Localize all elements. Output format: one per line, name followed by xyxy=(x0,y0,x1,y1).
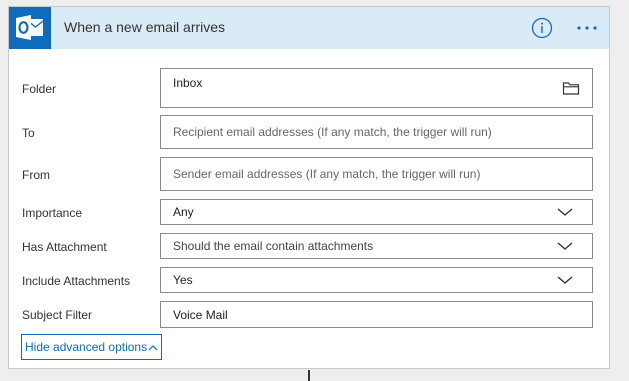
folder-icon[interactable] xyxy=(562,80,580,96)
folder-field[interactable]: Inbox xyxy=(160,68,593,108)
has-attachment-dropdown[interactable]: Should the email contain attachments xyxy=(160,233,593,259)
info-icon[interactable] xyxy=(531,17,553,39)
chevron-down-icon[interactable] xyxy=(556,205,574,219)
has-attachment-label: Has Attachment xyxy=(22,240,107,254)
importance-value: Any xyxy=(173,205,194,219)
include-attachments-label: Include Attachments xyxy=(22,274,131,288)
outlook-icon xyxy=(9,7,51,49)
folder-value: Inbox xyxy=(173,76,203,90)
importance-label: Importance xyxy=(22,206,83,220)
from-label: From xyxy=(22,168,50,182)
to-field[interactable]: Recipient email addresses (If any match,… xyxy=(160,115,593,149)
chevron-up-icon xyxy=(148,344,158,351)
flow-connector xyxy=(308,370,310,381)
chevron-down-icon[interactable] xyxy=(556,239,574,253)
include-attachments-value: Yes xyxy=(173,273,193,287)
from-placeholder: Sender email addresses (If any match, th… xyxy=(173,167,481,181)
from-field[interactable]: Sender email addresses (If any match, th… xyxy=(160,157,593,191)
hide-advanced-options-button[interactable]: Hide advanced options xyxy=(21,334,163,360)
chevron-down-icon[interactable] xyxy=(556,273,574,287)
to-placeholder: Recipient email addresses (If any match,… xyxy=(173,125,492,139)
trigger-card: When a new email arrives Folder Inbox To… xyxy=(8,6,610,369)
hide-advanced-options-label: Hide advanced options xyxy=(25,340,148,354)
subject-filter-value: Voice Mail xyxy=(173,308,228,322)
include-attachments-dropdown[interactable]: Yes xyxy=(160,267,593,293)
to-label: To xyxy=(22,126,35,140)
trigger-title: When a new email arrives xyxy=(64,19,226,35)
trigger-header[interactable]: When a new email arrives xyxy=(9,7,609,49)
more-options-icon[interactable] xyxy=(574,17,600,39)
importance-dropdown[interactable]: Any xyxy=(160,199,593,225)
subject-filter-input[interactable]: Voice Mail xyxy=(160,301,593,328)
subject-filter-label: Subject Filter xyxy=(22,308,93,322)
folder-label: Folder xyxy=(22,82,57,96)
has-attachment-placeholder: Should the email contain attachments xyxy=(173,239,374,253)
